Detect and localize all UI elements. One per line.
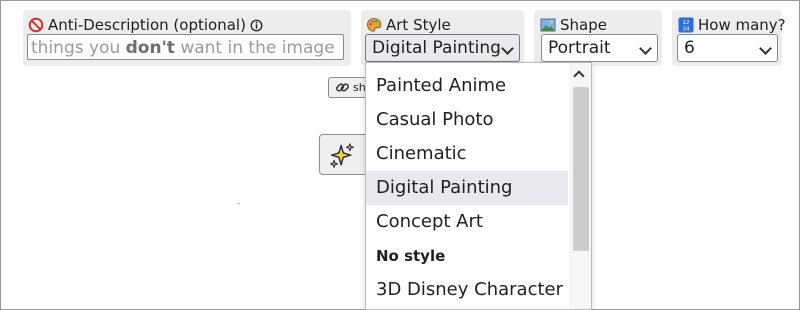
how-many-panel: 12 34 How many? 6 [672, 10, 786, 66]
art-style-header: Art Style [366, 16, 451, 34]
chevron-down-icon [759, 42, 772, 55]
how-many-select[interactable]: 6 [677, 34, 778, 62]
link-icon [336, 83, 349, 92]
numbers-icon-text-top: 12 [683, 20, 690, 26]
chevron-down-icon [501, 42, 514, 55]
anti-description-panel: Anti-Description (optional) things you d… [23, 10, 351, 66]
shape-panel: Shape Portrait [534, 10, 662, 66]
share-button-label: sh [353, 81, 366, 94]
scrollbar-thumb[interactable] [573, 87, 589, 251]
shape-value: Portrait [548, 38, 611, 58]
placeholder-part-2: want in the image [174, 38, 335, 58]
palette-icon [367, 18, 382, 32]
image-icon [540, 18, 556, 32]
sparkles-icon [330, 143, 354, 168]
numbers-icon: 12 34 [678, 17, 694, 33]
anti-description-header: Anti-Description (optional) [28, 16, 263, 34]
art-style-select[interactable]: Digital Painting [365, 34, 520, 62]
art-style-dropdown-list[interactable]: Painted Anime Casual Photo Cinematic Dig… [365, 62, 592, 310]
dropdown-option[interactable]: Concept Art [366, 205, 568, 239]
anti-description-input[interactable]: things you don't want in the image [27, 34, 344, 60]
prohibited-icon [28, 17, 44, 33]
dropdown-option[interactable]: No style [366, 239, 568, 273]
dropdown-scrollbar[interactable] [569, 63, 591, 309]
artifact-dot [237, 203, 240, 204]
dropdown-option-selected[interactable]: Digital Painting [366, 171, 568, 205]
placeholder-part-1: things you [31, 38, 126, 58]
dropdown-option[interactable]: 3D Disney Character [366, 273, 568, 307]
scroll-up-icon[interactable] [573, 70, 585, 82]
art-style-value: Digital Painting [372, 38, 501, 58]
how-many-label: How many? [698, 16, 786, 34]
art-style-label: Art Style [386, 16, 451, 34]
how-many-value: 6 [684, 38, 695, 58]
how-many-header: 12 34 How many? [678, 16, 786, 34]
chevron-down-icon [639, 42, 652, 55]
numbers-icon-text-bottom: 34 [683, 27, 690, 33]
dropdown-option[interactable]: Cinematic [366, 137, 568, 171]
placeholder-emphasis: don't [125, 38, 175, 58]
anti-description-label: Anti-Description (optional) [48, 16, 246, 34]
shape-label: Shape [560, 16, 607, 34]
dropdown-option[interactable]: Casual Photo [366, 103, 568, 137]
dropdown-option[interactable]: Painted Anime [366, 69, 568, 103]
info-icon[interactable] [250, 19, 263, 32]
shape-header: Shape [540, 16, 607, 34]
art-style-panel: Art Style Digital Painting [361, 10, 524, 66]
shape-select[interactable]: Portrait [541, 34, 658, 62]
